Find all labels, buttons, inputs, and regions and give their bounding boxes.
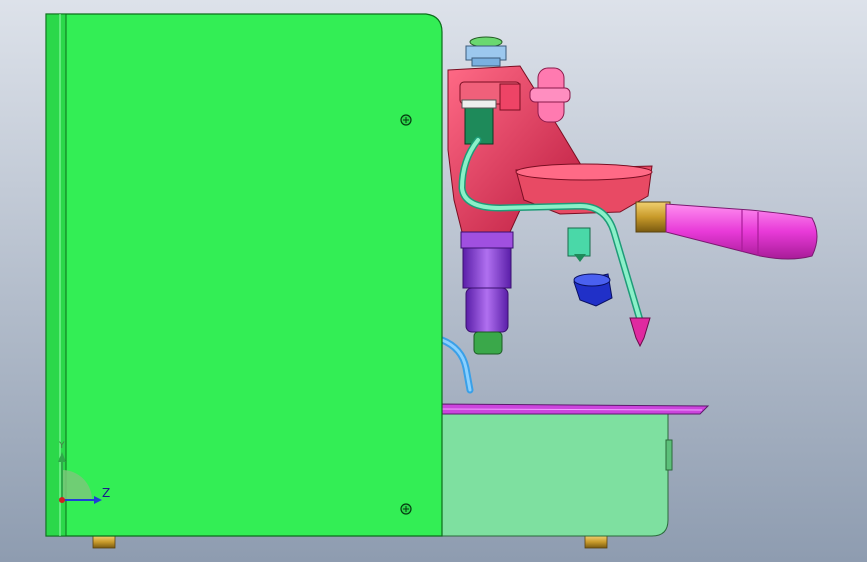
drip-tray-body [439,413,669,537]
upper-screw [400,114,412,126]
triad-z-label: Z [102,486,111,500]
triad-y-label: Y [59,441,65,451]
drip-tray[interactable] [435,403,710,537]
machine-body[interactable] [45,13,443,537]
pump-body [462,247,512,289]
front-foot [92,535,116,549]
drip-tray-handle [665,439,673,471]
pump-outlet [473,331,503,355]
pump-collar [460,231,514,249]
spout-valve [567,227,591,257]
rear-foot [584,535,608,549]
cad-viewport[interactable]: Z Y [0,0,867,562]
portafilter-neck [635,201,671,233]
body-side-panel [45,13,443,537]
espresso-machine-side-view [0,0,867,562]
lower-screw [400,503,412,515]
